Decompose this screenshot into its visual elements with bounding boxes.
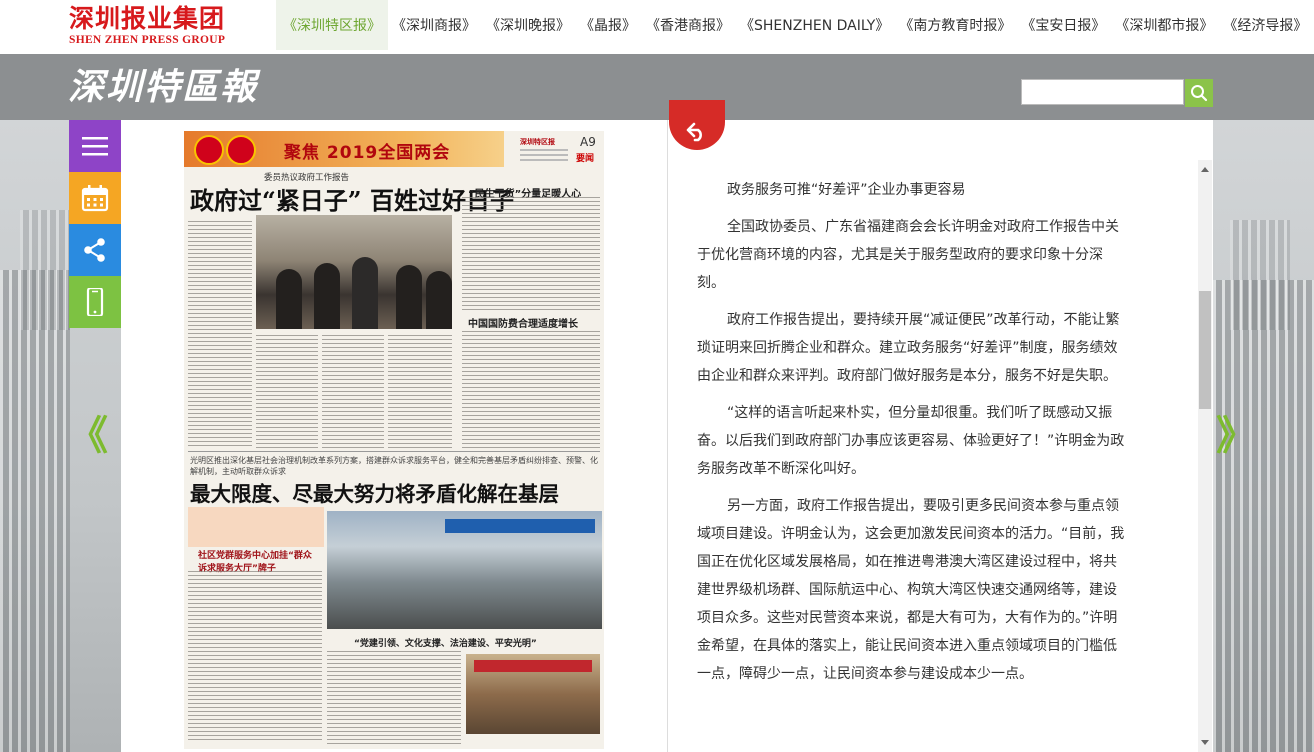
- news-photo-community-center: [327, 511, 602, 629]
- page-banner: 聚焦 2019全国两会: [184, 131, 504, 167]
- nav-link-shenzhen-evening-news[interactable]: 《深圳晚报》: [482, 0, 576, 50]
- national-emblem-icon: [194, 135, 224, 165]
- header-band: 深圳特區報: [0, 54, 1314, 120]
- newspaper-nav: 《深圳特区报》 《深圳商报》 《深圳晚报》 《晶报》 《香港商报》 《SHENZ…: [276, 0, 1313, 50]
- photo-sign: [445, 519, 595, 533]
- text-column: [327, 651, 461, 745]
- article-body: 政务服务可推“好差评”企业办事更容易 全国政协委员、广东省福建商会会长许明金对政…: [697, 176, 1127, 697]
- text-column: [462, 331, 600, 449]
- photo-figure: [276, 269, 302, 329]
- paper-logo[interactable]: 深圳特區報: [68, 67, 258, 107]
- news-photo-meeting: [256, 215, 452, 329]
- search-input[interactable]: [1021, 79, 1184, 105]
- text-column: [388, 335, 452, 449]
- menu-button[interactable]: [69, 120, 121, 172]
- mobile-icon: [86, 288, 104, 316]
- masthead-logo: 深圳特区报: [520, 138, 555, 146]
- photo-figure: [396, 265, 422, 329]
- highlight-box: [188, 507, 324, 547]
- headline-2: 最大限度、尽最大努力将矛盾化解在基层: [190, 482, 559, 506]
- news-photo-meeting-room: [466, 654, 600, 734]
- scrollbar-thumb[interactable]: [1199, 291, 1211, 409]
- group-logo[interactable]: 深圳报业集团 SHEN ZHEN PRESS GROUP: [69, 4, 225, 46]
- nav-link-south-education-times[interactable]: 《南方教育时报》: [895, 0, 1017, 50]
- calendar-button[interactable]: [69, 172, 121, 224]
- photo-figure: [426, 271, 452, 329]
- page-section: 要闻: [576, 154, 595, 164]
- text-column: [188, 571, 322, 743]
- nav-link-shenzhen-daily[interactable]: 《SHENZHEN DAILY》: [736, 0, 895, 50]
- article-paragraph: “这样的语言听起来朴实，但分量却很重。我们听了既感动又振奋。以后我们到政府部门办…: [697, 405, 1125, 477]
- photo-banner: [474, 660, 592, 672]
- scroll-up-arrow[interactable]: [1201, 167, 1209, 172]
- nav-link-economic-herald[interactable]: 《经济导报》: [1219, 0, 1313, 50]
- prev-page-arrow[interactable]: 《: [68, 412, 108, 460]
- nav-link-shenzhen-economic-daily[interactable]: 《深圳商报》: [388, 0, 482, 50]
- photo-figure: [314, 263, 340, 329]
- nav-link-shenzhen-special-zone-daily[interactable]: 《深圳特区报》: [276, 0, 388, 50]
- article-paragraph: 政府工作报告提出，要持续开展“减证便民”改革行动，不能让繁琐证明来回折腾企业和群…: [697, 312, 1120, 384]
- background-building-right-top: [1230, 220, 1290, 330]
- menu-icon: [82, 137, 108, 156]
- search-button[interactable]: [1185, 79, 1213, 107]
- scroll-down-arrow[interactable]: [1201, 740, 1209, 745]
- calendar-icon: [81, 185, 109, 212]
- background-building-left-top: [20, 210, 70, 330]
- party-emblem-icon: [226, 135, 256, 165]
- text-column: [462, 197, 600, 311]
- background-building-right: [1213, 280, 1314, 752]
- text-column: [322, 335, 384, 449]
- group-logo-cn: 深圳报业集团: [69, 4, 226, 33]
- text-column: [256, 335, 318, 449]
- nav-link-baoan-daily[interactable]: 《宝安日报》: [1017, 0, 1111, 50]
- share-icon: [84, 238, 105, 262]
- page-number: A9: [580, 135, 596, 149]
- article-paragraph: 全国政协委员、广东省福建商会会长许明金对政府工作报告中关于优化营商环境的内容，尤…: [697, 219, 1119, 291]
- back-arrow-icon: [686, 122, 702, 142]
- article-scrollbar[interactable]: [1198, 160, 1212, 752]
- subhead-4: “党建引领、文化支撑、法治建设、平安光明”: [354, 639, 537, 649]
- article-subheading: 政务服务可推“好差评”企业办事更容易: [727, 182, 966, 198]
- nav-link-jing-bao[interactable]: 《晶报》: [576, 0, 642, 50]
- section-rule: [188, 451, 600, 452]
- text-column: [188, 221, 252, 449]
- mobile-button[interactable]: [69, 276, 121, 328]
- share-button[interactable]: [69, 224, 121, 276]
- newspaper-page[interactable]: 聚焦 2019全国两会 深圳特区报 A9 要闻 委员热议政府工作报告 政府过“紧…: [184, 131, 604, 749]
- masthead-line: [520, 159, 568, 161]
- search-icon: [1191, 85, 1208, 102]
- nav-link-shenzhen-metro-news[interactable]: 《深圳都市报》: [1111, 0, 1219, 50]
- photo-figure: [352, 257, 378, 329]
- top-bar: 深圳报业集团 SHEN ZHEN PRESS GROUP 《深圳特区报》 《深圳…: [0, 0, 1314, 55]
- background-building-left: [0, 270, 70, 752]
- next-page-arrow[interactable]: 》: [1216, 412, 1256, 460]
- masthead-line: [520, 154, 568, 156]
- group-logo-en: SHEN ZHEN PRESS GROUP: [69, 34, 226, 46]
- banner-title: 聚焦 2019全国两会: [284, 143, 451, 163]
- nav-link-hk-commercial-daily[interactable]: 《香港商报》: [642, 0, 736, 50]
- article-paragraph: 另一方面，政府工作报告提出，要吸引更多民间资本参与重点领域项目建设。许明金认为，…: [697, 498, 1125, 682]
- panel-divider: [667, 120, 668, 752]
- masthead-line: [520, 149, 568, 151]
- subhead-2: 中国国防费合理适度增长: [468, 319, 578, 330]
- story-deck: 光明区推出深化基层社会治理机制改革系列方案，搭建群众诉求服务平台，健全和完善基层…: [190, 456, 598, 476]
